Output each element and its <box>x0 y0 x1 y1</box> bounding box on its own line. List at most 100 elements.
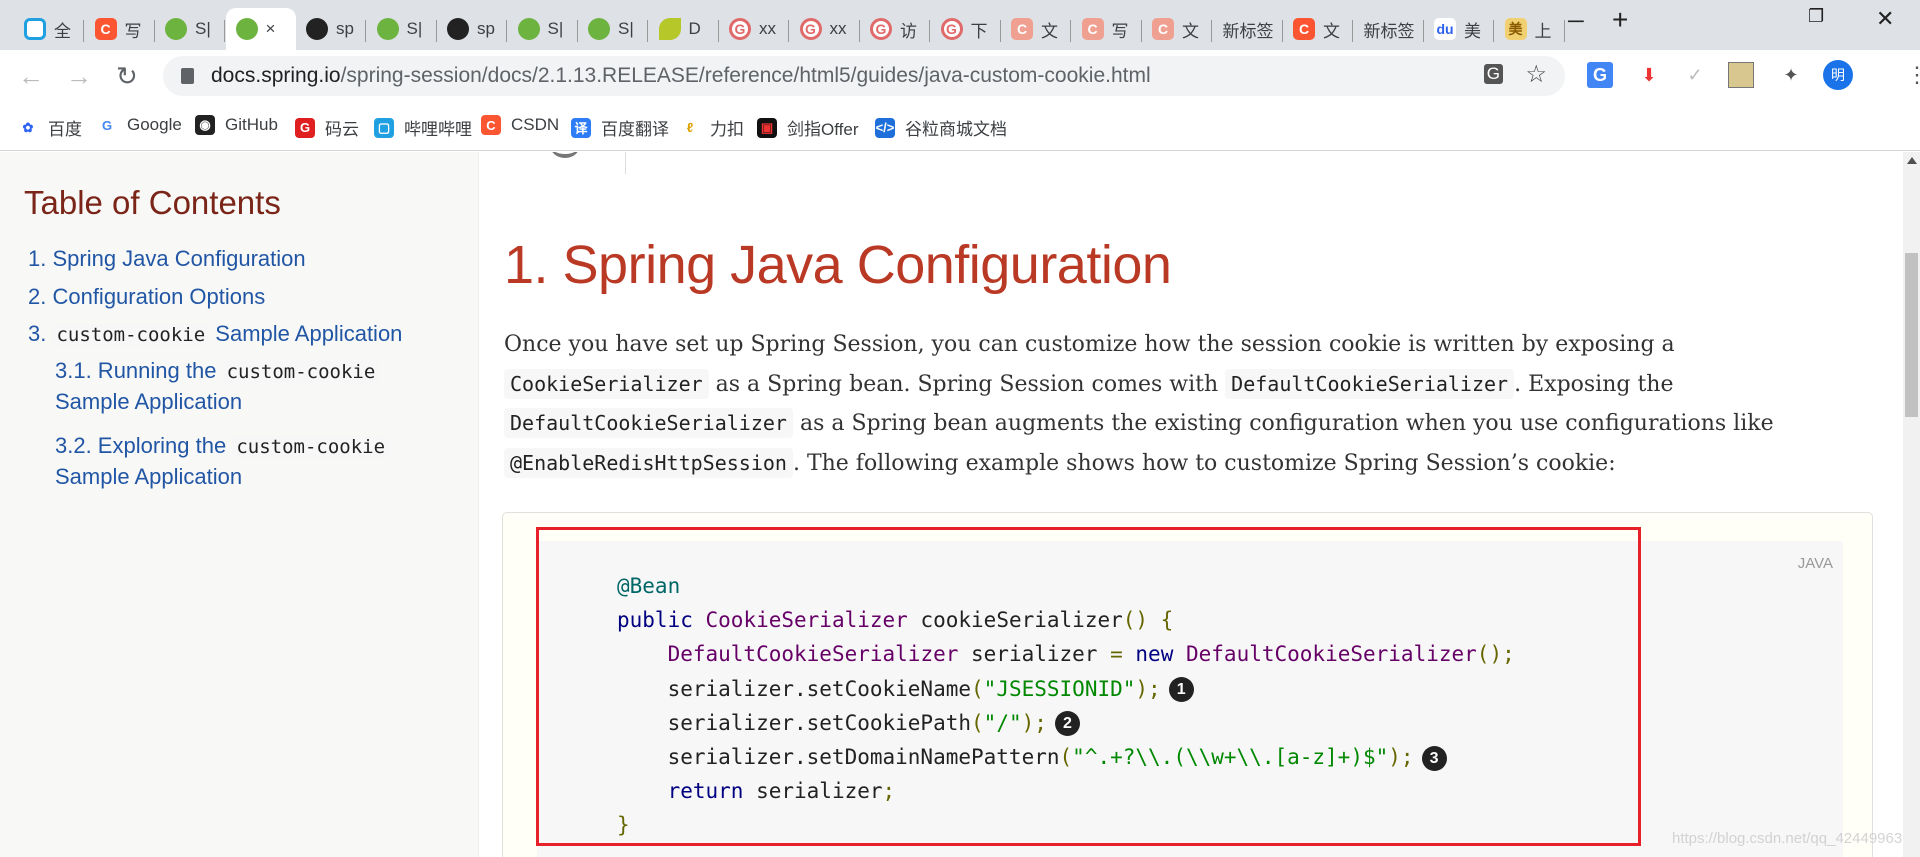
bookmark-item[interactable]: ◉ GitHub <box>195 115 278 135</box>
tab[interactable]: 新标签 <box>1354 8 1424 50</box>
check-extension-icon[interactable]: ✓ <box>1682 62 1708 88</box>
tab-title: 文 <box>1323 21 1340 41</box>
tab[interactable]: sp <box>437 8 507 50</box>
scrollbar-thumb[interactable] <box>1905 253 1918 417</box>
minimize-button[interactable]: ─ <box>1568 8 1584 34</box>
tab-title: 写 <box>1111 21 1129 41</box>
bookmark-label: 哔哩哔哩 <box>404 120 472 139</box>
address-bar[interactable]: docs.spring.io/spring-session/docs/2.1.1… <box>163 56 1565 96</box>
toc-link-text: Sample Application <box>209 321 403 346</box>
back-button[interactable]: ← <box>18 61 44 92</box>
bookmark-item[interactable]: C CSDN <box>481 115 559 135</box>
extensions-puzzle-icon[interactable]: ✦ <box>1778 62 1804 88</box>
tab-title: 新标签 <box>1222 21 1274 41</box>
spring-icon <box>588 18 610 40</box>
toc-title: Table of Contents <box>24 184 281 221</box>
gitee-icon: G <box>870 18 892 40</box>
baidu-icon: du <box>1434 18 1456 40</box>
toc-link-text: 3.2. Exploring the <box>55 433 233 458</box>
bookmark-item[interactable]: ✿ 百度 <box>18 115 82 140</box>
tab[interactable]: du 美 <box>1424 8 1494 50</box>
header-divider <box>625 152 626 174</box>
tab-title: xx <box>759 19 776 38</box>
leaf-icon <box>658 18 681 40</box>
tab[interactable]: S| <box>367 8 437 50</box>
close-window-button[interactable]: ✕ <box>1876 6 1894 32</box>
reload-button[interactable]: ↻ <box>116 61 138 92</box>
tab[interactable]: C写 <box>85 8 155 50</box>
image-extension-icon[interactable] <box>1728 62 1754 88</box>
new-tab-button[interactable]: + <box>1612 4 1628 36</box>
tab[interactable]: D <box>649 8 719 50</box>
bookmark-item[interactable]: ℓ 力扣 <box>680 115 744 140</box>
bookmark-item[interactable]: </> 谷粒商城文档 <box>875 115 1007 140</box>
toc-sidebar: Table of Contents 1. Spring Java Configu… <box>0 152 479 857</box>
tab[interactable]: S| <box>508 8 578 50</box>
bookmark-item[interactable]: G 码云 <box>295 115 359 140</box>
toc-link[interactable]: 3.1. Running the custom-cookie Sample App… <box>55 356 380 417</box>
tab-title: 文 <box>1041 21 1058 41</box>
url-host: docs.spring.io <box>211 64 341 87</box>
tab[interactable]: G访 <box>860 8 930 50</box>
browser-menu-icon[interactable]: ⋮ <box>1904 62 1920 88</box>
csdn-icon: C <box>1011 18 1033 40</box>
bookmark-item[interactable]: G Google <box>97 115 182 135</box>
bookmark-label: Google <box>127 115 182 134</box>
toc-link[interactable]: 3.2. Exploring the custom-cookie Sample A… <box>55 431 390 492</box>
github-icon: ◉ <box>195 115 215 135</box>
gitee-icon: G <box>295 117 315 138</box>
tab[interactable]: sp <box>296 8 366 50</box>
tab[interactable]: C文 <box>1283 8 1353 50</box>
tab-close-button[interactable]: × <box>266 19 276 39</box>
tab[interactable]: 新标签 <box>1213 8 1283 50</box>
bilibili-icon <box>24 18 46 40</box>
paragraph-text: . Exposing the <box>1514 371 1674 397</box>
tab[interactable]: 美上 <box>1495 8 1565 50</box>
watermark: https://blog.csdn.net/qq_42449963 <box>1672 830 1903 847</box>
tab[interactable]: S| <box>578 8 648 50</box>
tab[interactable]: Gxx <box>719 8 789 50</box>
bookmark-label: 谷粒商城文档 <box>905 120 1007 139</box>
forward-button[interactable]: → <box>66 61 92 92</box>
bookmark-label: 码云 <box>325 120 359 139</box>
leetcode-icon: ℓ <box>680 117 700 138</box>
tab[interactable]: C写 <box>1072 8 1142 50</box>
toc-link[interactable]: 1. Spring Java Configuration <box>28 244 306 274</box>
tab[interactable]: 全 <box>14 8 84 50</box>
tab-title: xx <box>829 19 847 38</box>
inline-code: @EnableRedisHttpSession <box>504 447 793 478</box>
bookmark-item[interactable]: ▢ 哔哩哔哩 <box>374 115 472 140</box>
spring-icon <box>235 18 258 40</box>
bookmark-label: GitHub <box>225 115 278 134</box>
tab[interactable]: C文 <box>1142 8 1212 50</box>
restore-button[interactable]: ❐ <box>1808 6 1824 27</box>
bookmark-star-icon[interactable]: ☆ <box>1525 60 1547 89</box>
scroll-up-arrow-icon[interactable] <box>1907 157 1917 164</box>
tab[interactable]: Gxx <box>790 8 860 50</box>
tab-title: 下 <box>970 21 988 41</box>
tab[interactable]: G下 <box>931 8 1001 50</box>
tab-title: 新标签 <box>1363 21 1415 41</box>
google-translate-extension-icon[interactable]: G <box>1587 62 1613 88</box>
toc-link-code: custom-cookie <box>52 324 210 346</box>
tab[interactable]: S| <box>155 8 225 50</box>
tab-title: 美 <box>1464 21 1481 41</box>
toc-link-text: Sample Application <box>55 389 243 414</box>
bookmark-item[interactable]: ▣ 剑指Offer <box>757 115 858 140</box>
tab-title: 文 <box>1182 21 1199 41</box>
paragraph-text: as a Spring bean. Spring Session comes w… <box>708 371 1226 397</box>
toc-link-text: 1. Spring Java Configuration <box>28 246 306 271</box>
tab-active[interactable]: × <box>225 8 296 50</box>
toc-link[interactable]: 2. Configuration Options <box>28 282 265 312</box>
tab[interactable]: C文 <box>1001 8 1071 50</box>
spring-icon <box>165 18 187 40</box>
profile-avatar[interactable]: 明 <box>1823 60 1853 90</box>
csdn-icon: C <box>94 18 117 40</box>
csdn-icon: C <box>1152 18 1174 40</box>
download-extension-icon[interactable]: ⬇ <box>1636 62 1662 88</box>
bookmark-item[interactable]: 译百度翻译 <box>571 115 669 140</box>
toc-link[interactable]: 3. custom-cookie Sample Application <box>28 319 402 350</box>
translate-page-icon[interactable]: G <box>1483 64 1503 84</box>
intro-paragraph: Once you have set up Spring Session, you… <box>504 325 1884 483</box>
page-scrollbar[interactable] <box>1903 152 1920 857</box>
